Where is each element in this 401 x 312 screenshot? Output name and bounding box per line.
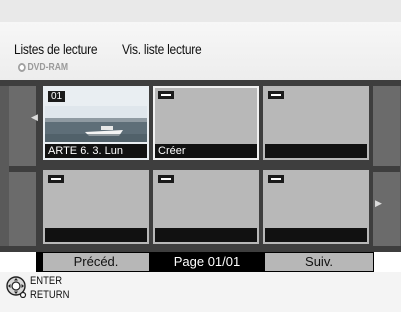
next-page-button[interactable]: Suiv.	[265, 253, 373, 271]
media-label: DVD-RAM	[27, 62, 69, 73]
right-arrow-icon[interactable]: ▶	[375, 199, 382, 208]
playlist-tile-1[interactable]: 01 ARTE 6. 3. Lun	[43, 86, 149, 160]
previous-page-button[interactable]: Précéd.	[43, 253, 149, 271]
remote-dial-icon	[6, 276, 27, 298]
screen-subtitle: Vis. liste lecture	[122, 41, 202, 57]
playlist-caption	[265, 228, 367, 242]
playlist-caption	[265, 144, 367, 158]
playlist-screen: Listes de lecture Vis. liste lecture DVD…	[0, 0, 401, 312]
playlist-tile-4[interactable]	[43, 170, 149, 244]
create-caption: Créer	[155, 144, 257, 158]
playlist-tile-6[interactable]	[263, 170, 369, 244]
playlist-caption: ARTE 6. 3. Lun	[45, 144, 147, 158]
disc-icon	[18, 63, 26, 72]
page-indicator: Page 01/01	[173, 254, 241, 269]
left-arrow-icon[interactable]: ◀	[31, 113, 38, 122]
playlist-tile-3[interactable]	[263, 86, 369, 160]
playlist-caption	[155, 228, 257, 242]
playlist-tile-2[interactable]: Créer	[153, 86, 259, 160]
top-strip	[0, 0, 401, 22]
empty-number-marker	[268, 175, 284, 183]
empty-number-marker	[158, 175, 174, 183]
thumbnail-picture	[45, 106, 147, 142]
header: Listes de lecture Vis. liste lecture DVD…	[0, 22, 401, 80]
empty-number-marker	[48, 175, 64, 183]
empty-number-marker	[158, 91, 174, 99]
enter-hint: ENTER	[30, 275, 63, 287]
return-hint: RETURN	[30, 289, 70, 301]
empty-number-marker	[268, 91, 284, 99]
screen-title: Listes de lecture	[14, 41, 98, 57]
playlist-tile-5[interactable]	[153, 170, 259, 244]
scroll-right-bar[interactable]	[373, 86, 400, 246]
playlist-caption	[45, 228, 147, 242]
media-indicator: DVD-RAM	[18, 62, 68, 73]
scroll-left-bar[interactable]	[9, 86, 36, 246]
playlist-number: 01	[48, 91, 66, 102]
